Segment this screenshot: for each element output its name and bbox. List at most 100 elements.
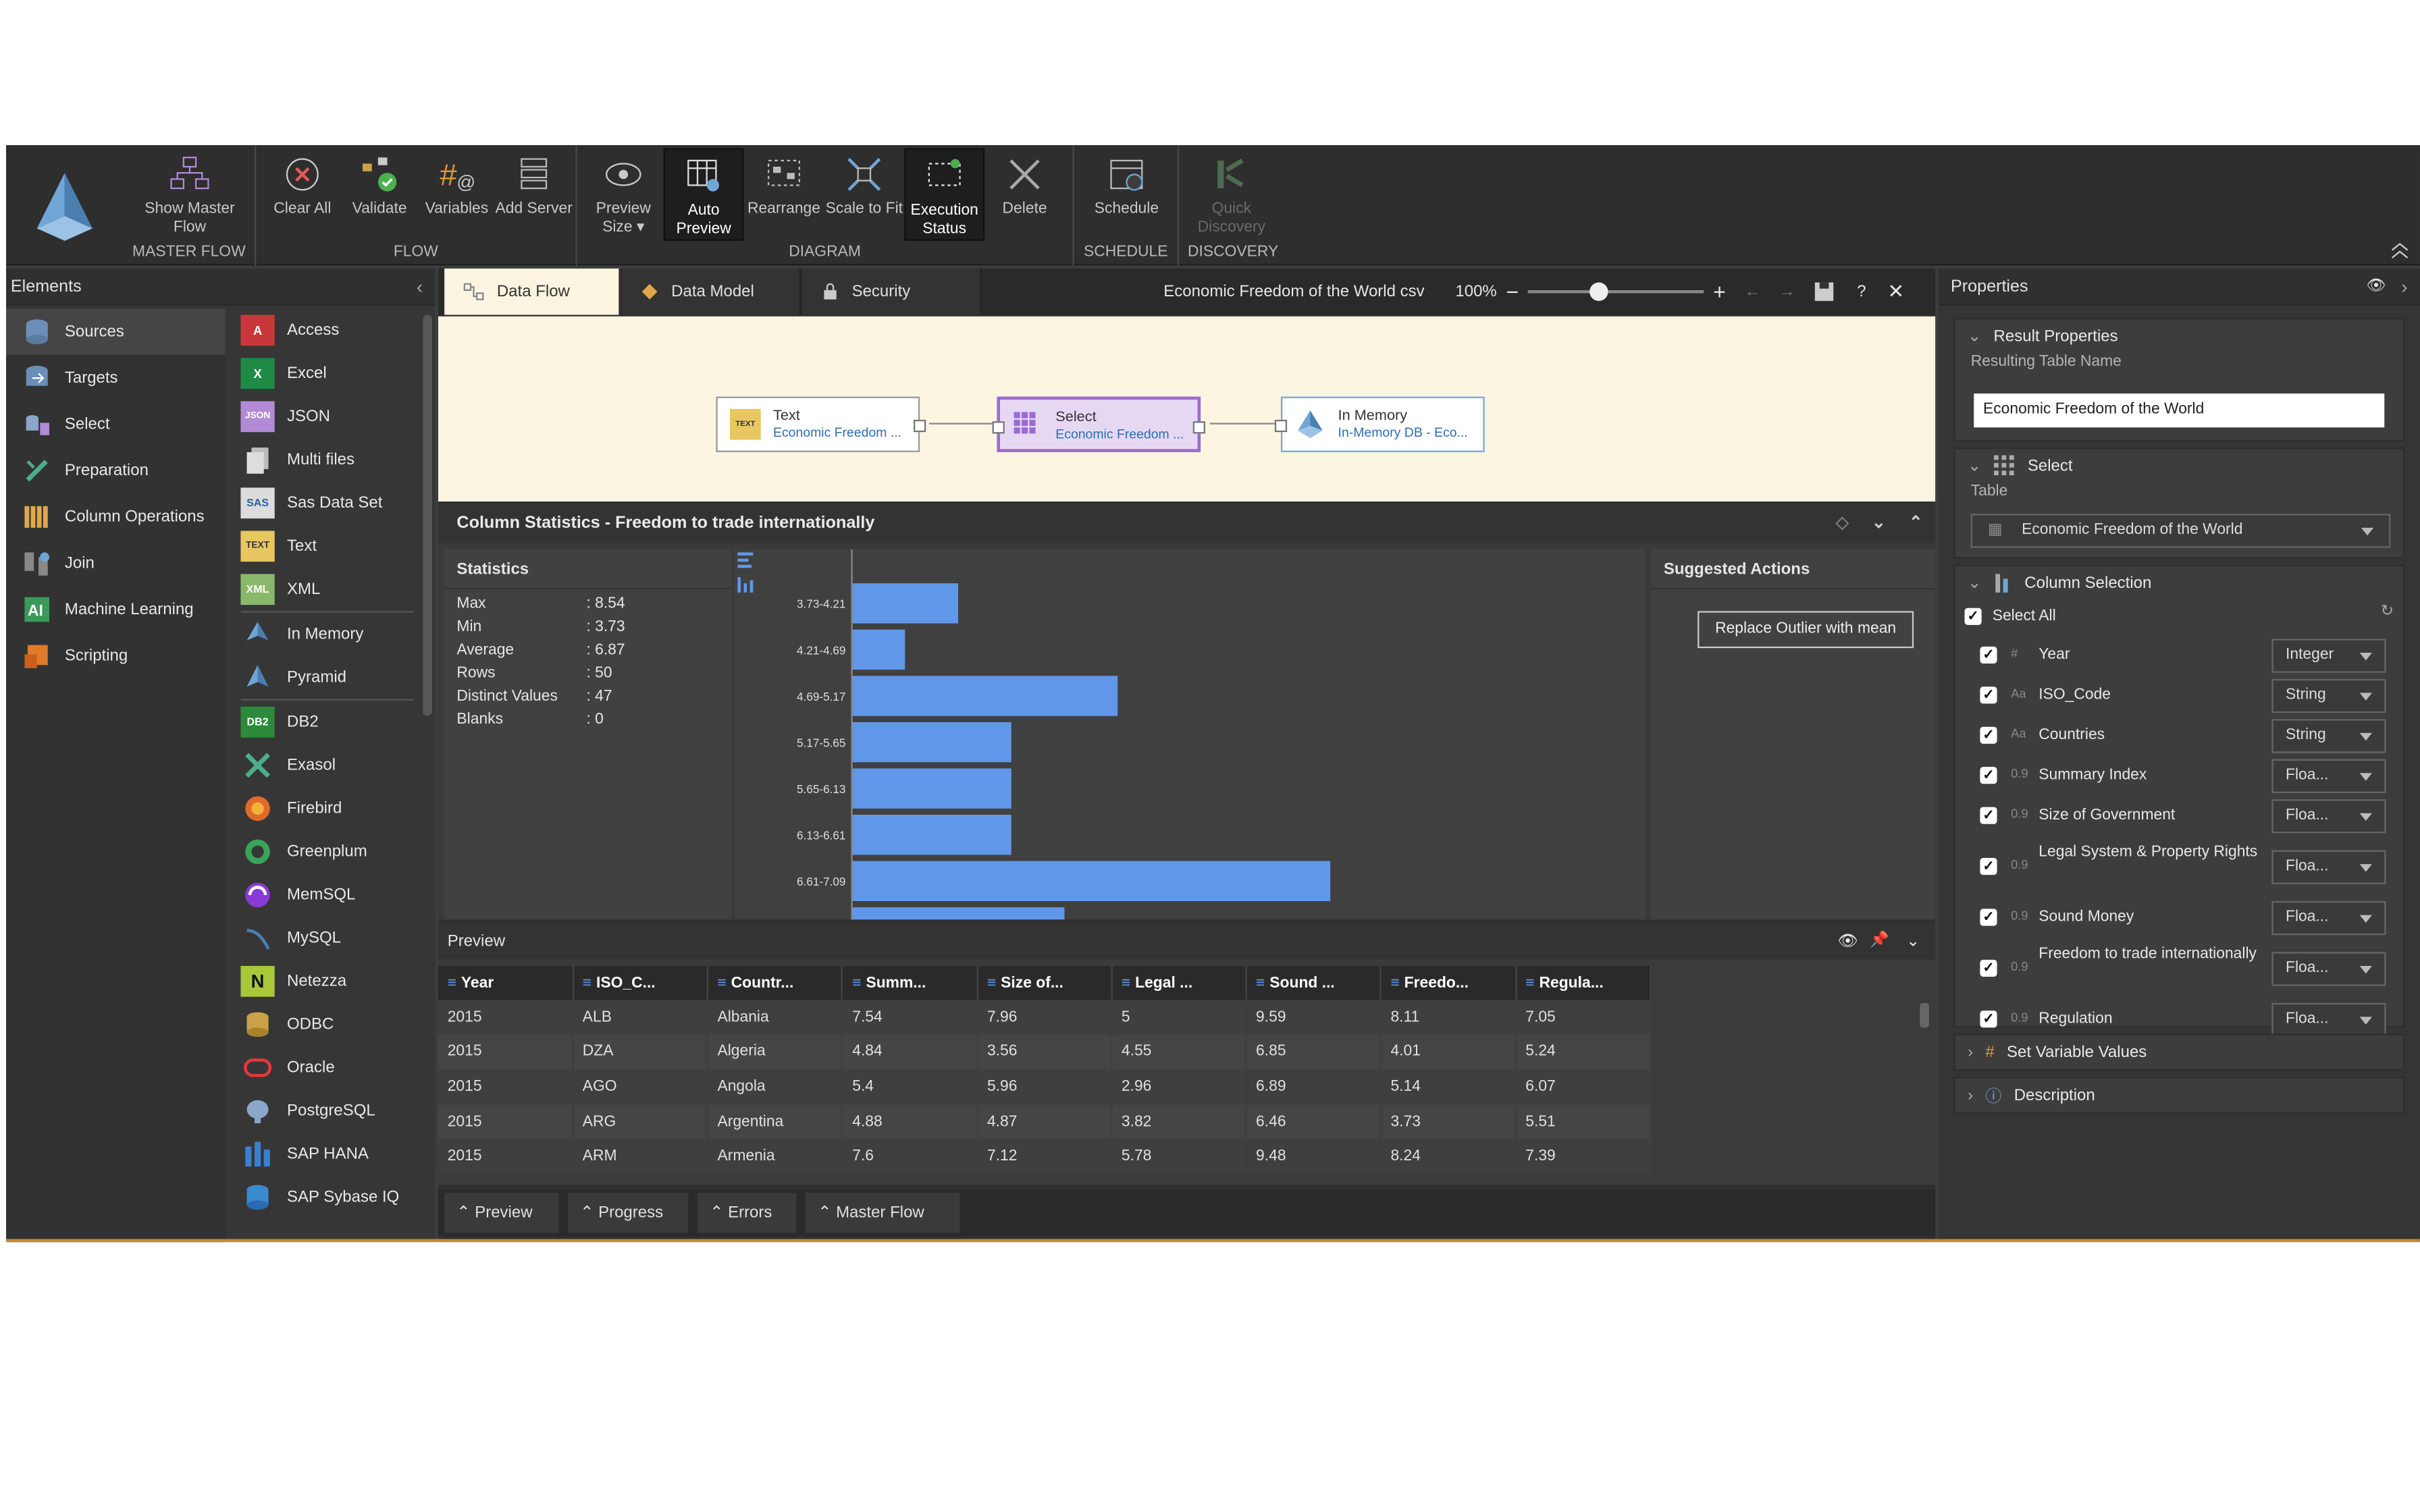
category-scripting[interactable]: Scripting: [6, 632, 226, 679]
histogram-bar[interactable]: [851, 907, 1065, 920]
column-type-dropdown[interactable]: String: [2271, 719, 2386, 753]
source-memsql[interactable]: MemSQL: [232, 873, 423, 917]
column-type-dropdown[interactable]: Floa...: [2271, 850, 2386, 884]
zoom-slider-handle[interactable]: [1589, 282, 1608, 301]
validate-button[interactable]: Validate: [340, 148, 420, 241]
chevron-up-icon[interactable]: ⌃: [1909, 503, 1923, 543]
node-select[interactable]: Select Economic Freedom ...: [992, 396, 1205, 452]
column-type-dropdown[interactable]: Floa...: [2271, 952, 2386, 986]
column-checkbox[interactable]: ✓: [1980, 686, 1997, 704]
output-port[interactable]: [913, 419, 926, 433]
source-access[interactable]: A Access: [232, 308, 423, 352]
table-row[interactable]: 2015 DZA Algeria 4.84 3.56 4.55 6.85 4.01 5.24: [438, 1034, 1652, 1070]
table-row[interactable]: 2015 ALB Albania 7.54 7.96 5 9.59 8.11 7.05: [438, 1000, 1652, 1035]
redo-icon[interactable]: →: [1779, 282, 1795, 300]
column-type-dropdown[interactable]: Integer: [2271, 639, 2386, 673]
input-port[interactable]: [1274, 419, 1288, 433]
variables-button[interactable]: # @ Variables: [417, 148, 497, 241]
node-text[interactable]: TEXT Text Economic Freedom ...: [716, 396, 926, 452]
source-xml[interactable]: XML XML: [232, 568, 423, 611]
source-odbc[interactable]: ODBC: [232, 1003, 423, 1046]
source-pyramid[interactable]: Pyramid: [232, 656, 423, 699]
select-all-checkbox[interactable]: ✓: [1964, 608, 1982, 625]
diamond-icon[interactable]: ◇: [1836, 503, 1849, 543]
app-logo-icon[interactable]: [18, 161, 111, 253]
zoom-in-icon[interactable]: +: [1713, 279, 1726, 304]
source-firebird[interactable]: Firebird: [232, 787, 423, 830]
zoom-out-icon[interactable]: −: [1506, 279, 1519, 304]
rearrange-button[interactable]: Rearrange: [744, 148, 824, 241]
table-select[interactable]: ▦ Economic Freedom of the World: [1970, 514, 2391, 548]
column-type-dropdown[interactable]: Floa...: [2271, 900, 2386, 936]
source-multi-files[interactable]: Multi files: [232, 438, 423, 481]
eye-icon[interactable]: 👁: [2367, 269, 2386, 306]
save-icon[interactable]: [1814, 281, 1835, 302]
histogram-bar[interactable]: [851, 861, 1331, 901]
bottom-tab-master-flow[interactable]: ⌃ Master Flow: [805, 1192, 960, 1233]
section-header[interactable]: ⌄ Result Properties: [1955, 319, 2403, 353]
execution-status-button[interactable]: Execution Status: [904, 148, 985, 241]
column-header[interactable]: ≡ Countr...: [707, 965, 843, 1000]
source-netezza[interactable]: N Netezza: [232, 960, 423, 1003]
category-sources[interactable]: Sources: [6, 308, 226, 355]
replace-outlier-button[interactable]: Replace Outlier with mean: [1698, 611, 1914, 649]
chevron-down-icon[interactable]: ⌄: [1906, 923, 1920, 960]
show-master-flow-button[interactable]: Show Master Flow: [139, 148, 241, 241]
source-json[interactable]: JSON JSON: [232, 395, 423, 438]
scale-to-fit-button[interactable]: Scale to Fit: [824, 148, 904, 241]
column-header[interactable]: ≡ Summ...: [842, 965, 978, 1000]
close-icon[interactable]: ✕: [1888, 279, 1905, 304]
description-section[interactable]: › ⓘ Description: [1953, 1077, 2404, 1114]
section-header[interactable]: ⌄ Column Selection: [1955, 566, 2403, 600]
input-port[interactable]: [992, 421, 1005, 434]
column-checkbox[interactable]: ✓: [1980, 909, 1997, 926]
table-row[interactable]: 2015 ARM Armenia 7.6 7.12 5.78 9.48 8.24 7.39: [438, 1139, 1652, 1174]
column-checkbox[interactable]: ✓: [1980, 959, 1997, 977]
source-greenplum[interactable]: Greenplum: [232, 830, 423, 873]
category-column-operations[interactable]: Column Operations: [6, 494, 226, 541]
pin-icon[interactable]: 📌: [1870, 923, 1889, 960]
node-in-memory[interactable]: In Memory In-Memory DB - Eco...: [1274, 396, 1485, 452]
category-machine-learning[interactable]: AI Machine Learning: [6, 587, 226, 633]
column-header[interactable]: ≡ Size of...: [977, 965, 1113, 1000]
category-select[interactable]: Select: [6, 401, 226, 448]
chevron-down-icon[interactable]: ⌄: [1872, 503, 1886, 543]
source-exasol[interactable]: Exasol: [232, 744, 423, 787]
auto-preview-button[interactable]: Auto Preview: [663, 148, 744, 241]
tab-data-flow[interactable]: Data Flow: [444, 268, 621, 315]
preview-size-button[interactable]: Preview Size ▾: [583, 148, 664, 241]
schedule-button[interactable]: Schedule: [1086, 148, 1167, 241]
histogram-bar[interactable]: [851, 722, 1011, 763]
quick-discovery-button[interactable]: Quick Discovery: [1191, 148, 1271, 241]
source-in-memory[interactable]: In Memory: [232, 613, 423, 656]
column-checkbox[interactable]: ✓: [1980, 767, 1997, 784]
column-checkbox[interactable]: ✓: [1980, 726, 1997, 744]
histogram-bar[interactable]: [851, 768, 1011, 809]
category-preparation[interactable]: Preparation: [6, 448, 226, 494]
section-header[interactable]: ⌄ Select: [1955, 449, 2403, 483]
source-sap-sybase-iq[interactable]: SAP Sybase IQ: [232, 1176, 423, 1219]
source-text[interactable]: TEXT Text: [232, 524, 423, 568]
category-targets[interactable]: Targets: [6, 355, 226, 402]
column-header[interactable]: ≡ Regula...: [1515, 965, 1652, 1000]
histogram-bar[interactable]: [851, 629, 905, 670]
help-icon[interactable]: ?: [1857, 282, 1866, 300]
tab-data-model[interactable]: Data Model: [621, 268, 801, 315]
output-port[interactable]: [1192, 421, 1205, 434]
source-mysql[interactable]: MySQL: [232, 917, 423, 960]
table-row[interactable]: 2015 ARG Argentina 4.88 4.87 3.82 6.46 3.73 5.51: [438, 1104, 1652, 1139]
column-checkbox[interactable]: ✓: [1980, 807, 1997, 824]
delete-button[interactable]: Delete: [984, 148, 1065, 241]
column-checkbox[interactable]: ✓: [1980, 646, 1997, 664]
column-header[interactable]: ≡ Legal ...: [1111, 965, 1247, 1000]
collapse-right-icon[interactable]: ›: [2401, 269, 2407, 306]
histogram-bar[interactable]: [851, 676, 1118, 716]
collapse-left-icon[interactable]: ‹: [417, 269, 423, 306]
column-header[interactable]: ≡ Year: [438, 965, 574, 1000]
bottom-tab-preview[interactable]: ⌃ Preview: [444, 1192, 559, 1233]
table-row[interactable]: 2015 AGO Angola 5.4 5.96 2.96 6.89 5.14 6.07: [438, 1069, 1652, 1105]
zoom-slider[interactable]: [1527, 282, 1704, 301]
column-checkbox[interactable]: ✓: [1980, 857, 1997, 875]
result-table-name-input[interactable]: Economic Freedom of the World: [1974, 393, 2385, 428]
add-server-button[interactable]: Add Server: [494, 148, 574, 241]
